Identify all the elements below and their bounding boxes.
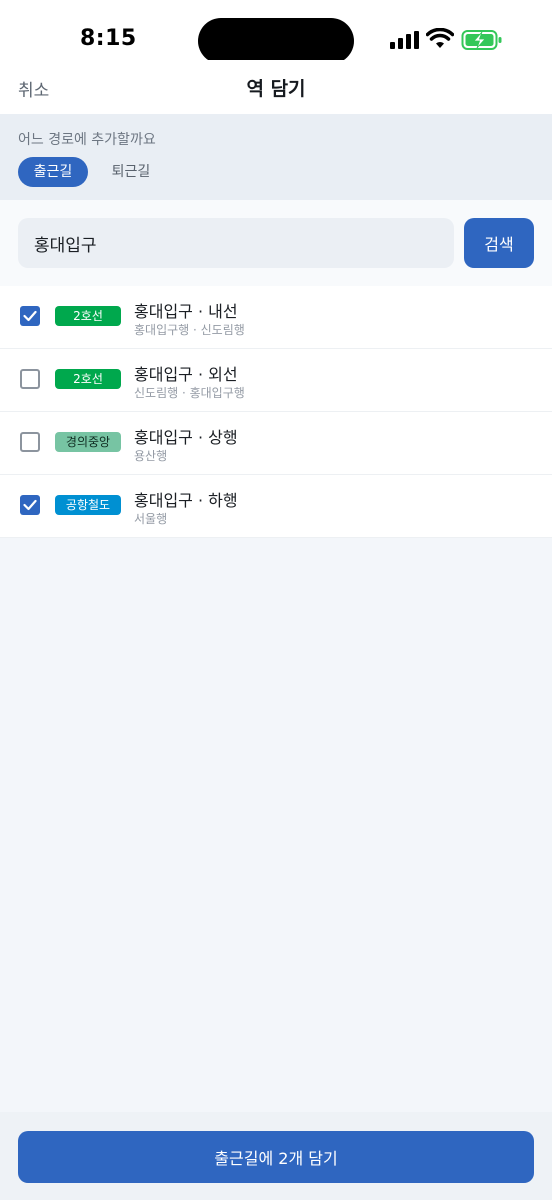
bottom-action-bar: 출근길에 2개 담기 [0,1112,552,1200]
search-button[interactable]: 검색 [464,218,534,268]
station-name: 홍대입구 · 외선 [134,365,238,384]
wifi-icon [426,28,454,48]
route-tab-commute-home[interactable]: 퇴근길 [96,157,166,187]
nav-bar: 취소 역 담기 [0,60,552,114]
line-badge: 경의중앙 [55,432,121,452]
checkmark-icon [23,310,37,322]
station-row[interactable]: 2호선 홍대입구 · 외선 신도림행 · 홍대입구행 [0,349,552,412]
station-name: 홍대입구 · 하행 [134,491,238,510]
station-row[interactable]: 2호선 홍대입구 · 내선 홍대입구행 · 신도림행 [0,286,552,349]
station-checkbox[interactable] [20,369,40,389]
route-tab-commute-to-work[interactable]: 출근길 [18,157,88,187]
station-direction: 용산행 [134,449,168,463]
status-time: 8:15 [80,26,137,51]
page-title: 역 담기 [246,78,306,100]
station-checkbox[interactable] [20,495,40,515]
search-section: 검색 [0,200,552,286]
checkmark-icon [23,499,37,511]
dynamic-island [198,18,354,64]
station-checkbox[interactable] [20,432,40,452]
line-badge: 공항철도 [55,495,121,515]
station-direction: 신도림행 · 홍대입구행 [134,386,245,400]
add-stations-button[interactable]: 출근길에 2개 담기 [18,1131,534,1183]
line-badge: 2호선 [55,369,121,389]
station-name: 홍대입구 · 내선 [134,302,238,321]
battery-charging-icon [461,30,502,50]
search-input[interactable] [18,218,454,268]
station-row[interactable]: 경의중앙 홍대입구 · 상행 용산행 [0,412,552,475]
station-list: 2호선 홍대입구 · 내선 홍대입구행 · 신도림행 2호선 홍대입구 · 외선… [0,286,552,538]
station-row[interactable]: 공항철도 홍대입구 · 하행 서울행 [0,475,552,538]
station-checkbox[interactable] [20,306,40,326]
station-name: 홍대입구 · 상행 [134,428,238,447]
signal-icon [390,31,419,49]
station-direction: 서울행 [134,512,168,526]
line-badge: 2호선 [55,306,121,326]
station-direction: 홍대입구행 · 신도림행 [134,323,245,337]
route-question-label: 어느 경로에 추가할까요 [18,132,156,148]
route-selector: 어느 경로에 추가할까요 출근길 퇴근길 [0,114,552,200]
